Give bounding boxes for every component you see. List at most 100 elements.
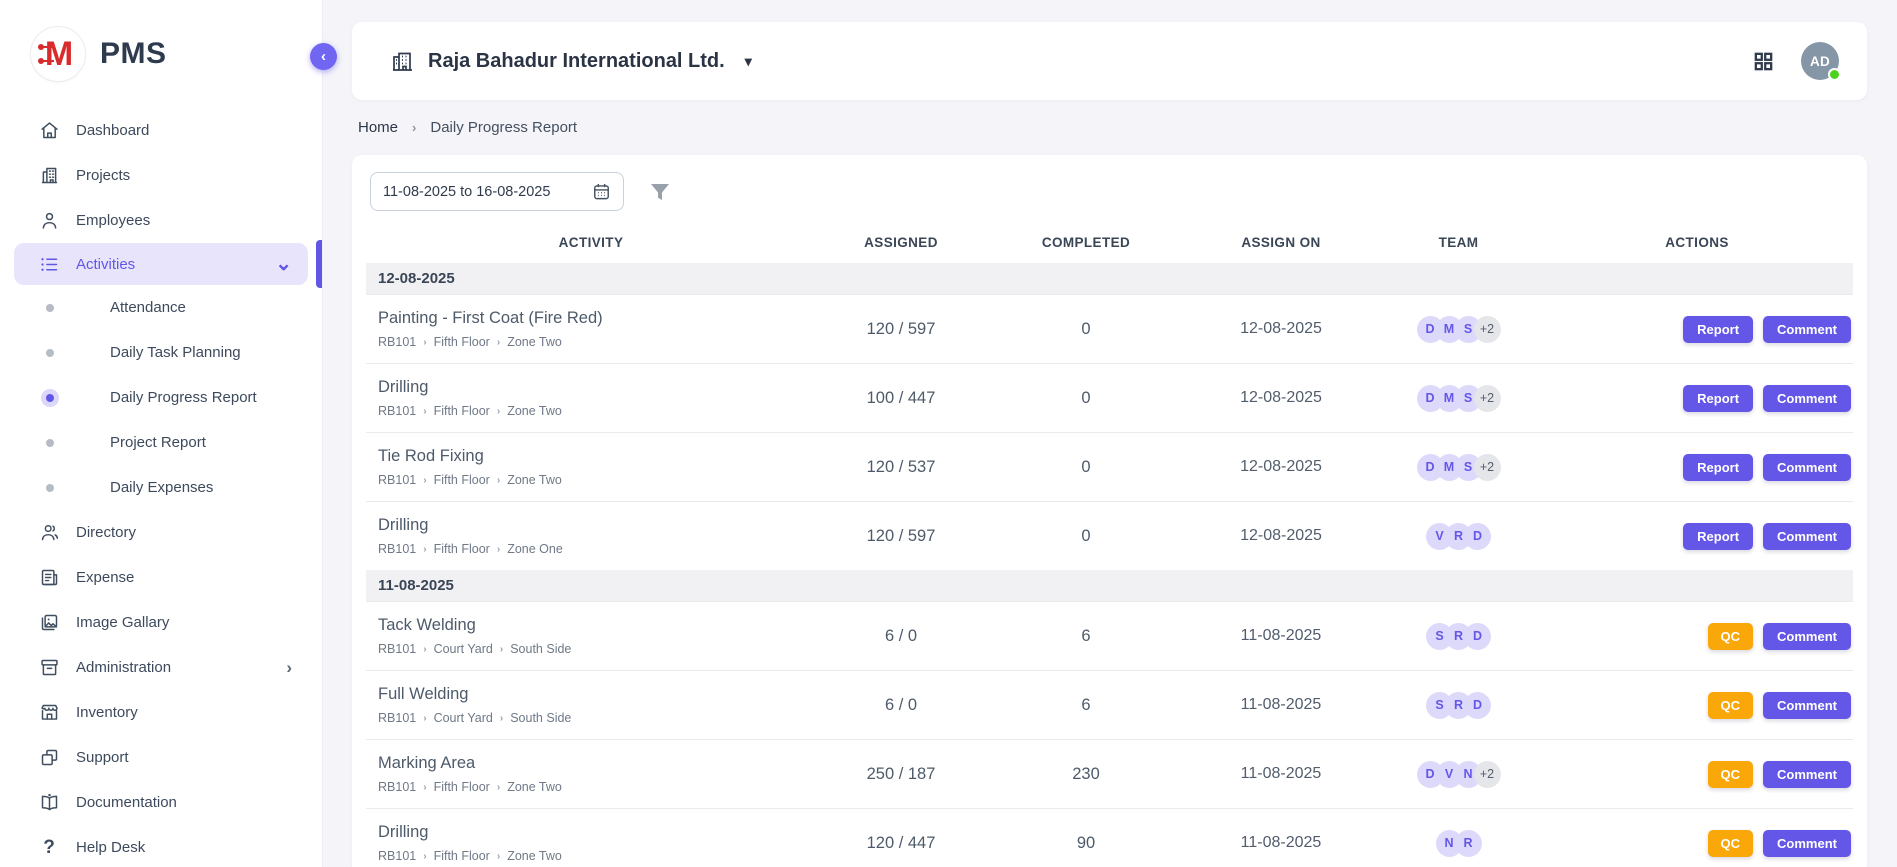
- path-segment: RB101: [378, 711, 416, 725]
- path-segment: Fifth Floor: [434, 542, 490, 556]
- assign-on-date: 12-08-2025: [1186, 389, 1376, 407]
- completed-value: 0: [986, 527, 1186, 546]
- chevron-right-icon: ›: [497, 782, 500, 793]
- qc-button[interactable]: QC: [1708, 830, 1754, 857]
- sidebar-item-employees[interactable]: Employees: [14, 198, 308, 243]
- sidebar-item-expense[interactable]: Expense: [14, 555, 308, 600]
- sidebar-item-projects[interactable]: Projects: [14, 153, 308, 198]
- activity-location-path: RB101›Fifth Floor›Zone Two: [378, 849, 816, 863]
- breadcrumb: Home › Daily Progress Report: [352, 100, 1867, 155]
- apps-grid-icon[interactable]: [1752, 50, 1775, 73]
- company-selector[interactable]: Raja Bahadur International Ltd. ▾: [390, 49, 752, 73]
- sidebar-item-label: Help Desk: [76, 839, 145, 856]
- chevron-right-icon: ›: [500, 644, 503, 655]
- person-icon: [38, 210, 60, 232]
- sidebar-item-dashboard[interactable]: Dashboard: [14, 108, 308, 153]
- report-button[interactable]: Report: [1683, 454, 1753, 481]
- sidebar-item-label: Expense: [76, 569, 134, 586]
- sidebar-item-label: Inventory: [76, 704, 138, 721]
- sidebar-item-label: Support: [76, 749, 129, 766]
- activity-cell: Painting - First Coat (Fire Red)RB101›Fi…: [366, 309, 816, 349]
- building-icon: [38, 165, 60, 187]
- path-segment: RB101: [378, 642, 416, 656]
- sidebar-item-documentation[interactable]: Documentation: [14, 780, 308, 825]
- report-button[interactable]: Report: [1683, 385, 1753, 412]
- sidebar-item-directory[interactable]: Directory: [14, 510, 308, 555]
- sidebar-item-label: Administration: [76, 659, 171, 676]
- activity-cell: Full WeldingRB101›Court Yard›South Side: [366, 685, 816, 725]
- filter-funnel-icon[interactable]: [648, 180, 672, 204]
- activity-title: Full Welding: [378, 685, 816, 704]
- report-button[interactable]: Report: [1683, 316, 1753, 343]
- home-icon: [38, 120, 60, 142]
- path-segment: Court Yard: [434, 711, 493, 725]
- breadcrumb-home-link[interactable]: Home: [358, 119, 398, 136]
- comment-button[interactable]: Comment: [1763, 692, 1851, 719]
- path-segment: Fifth Floor: [434, 404, 490, 418]
- sidebar-item-administration[interactable]: Administration ›: [14, 645, 308, 690]
- comment-button[interactable]: Comment: [1763, 454, 1851, 481]
- completed-value: 0: [986, 320, 1186, 339]
- sidebar-item-label: Dashboard: [76, 122, 149, 139]
- book-icon: [38, 792, 60, 814]
- activity-cell: Tack WeldingRB101›Court Yard›South Side: [366, 616, 816, 656]
- sidebar-item-inventory[interactable]: Inventory: [14, 690, 308, 735]
- chevron-right-icon: ›: [497, 406, 500, 417]
- sidebar-subitem-label: Daily Task Planning: [110, 344, 241, 361]
- activity-cell: DrillingRB101›Fifth Floor›Zone One: [366, 516, 816, 556]
- activity-cell: Marking AreaRB101›Fifth Floor›Zone Two: [366, 754, 816, 794]
- chevron-down-icon: ▾: [745, 53, 752, 70]
- activity-location-path: RB101›Court Yard›South Side: [378, 642, 816, 656]
- completed-value: 90: [986, 834, 1186, 853]
- comment-button[interactable]: Comment: [1763, 761, 1851, 788]
- comment-button[interactable]: Comment: [1763, 316, 1851, 343]
- sidebar-item-daily-expenses[interactable]: Daily Expenses: [14, 465, 308, 510]
- table-row: DrillingRB101›Fifth Floor›Zone Two100 / …: [366, 363, 1853, 432]
- filter-row: 11-08-2025 to 16-08-2025: [366, 172, 1853, 211]
- user-avatar[interactable]: AD: [1801, 42, 1839, 80]
- qc-button[interactable]: QC: [1708, 692, 1754, 719]
- team-extra-count: +2: [1474, 316, 1501, 343]
- column-header-completed: COMPLETED: [986, 235, 1186, 250]
- table-row: Tie Rod FixingRB101›Fifth Floor›Zone Two…: [366, 432, 1853, 501]
- sidebar-item-daily-progress-report[interactable]: Daily Progress Report: [14, 375, 308, 420]
- sidebar-item-activities[interactable]: Activities⌄: [14, 243, 308, 285]
- receipt-icon: [38, 567, 60, 589]
- sidebar-collapse-button[interactable]: ‹: [310, 43, 337, 70]
- sidebar-item-daily-task-planning[interactable]: Daily Task Planning: [14, 330, 308, 375]
- actions-cell: QC Comment: [1541, 623, 1853, 650]
- sidebar-item-attendance[interactable]: Attendance: [14, 285, 308, 330]
- report-button[interactable]: Report: [1683, 523, 1753, 550]
- logo-letter: M: [45, 37, 71, 71]
- qc-button[interactable]: QC: [1708, 761, 1754, 788]
- actions-cell: Report Comment: [1541, 316, 1853, 343]
- activity-location-path: RB101›Fifth Floor›Zone Two: [378, 335, 816, 349]
- path-segment: RB101: [378, 780, 416, 794]
- sidebar-item-project-report[interactable]: Project Report: [14, 420, 308, 465]
- path-segment: Fifth Floor: [434, 335, 490, 349]
- sidebar-item-help-desk[interactable]: ?Help Desk: [14, 825, 308, 867]
- table-row: DrillingRB101›Fifth Floor›Zone One120 / …: [366, 501, 1853, 570]
- team-cell: DVN+2: [1376, 761, 1541, 788]
- table-row: DrillingRB101›Fifth Floor›Zone Two120 / …: [366, 808, 1853, 867]
- path-segment: Zone Two: [507, 780, 562, 794]
- date-range-input[interactable]: 11-08-2025 to 16-08-2025: [370, 172, 624, 211]
- chevron-right-icon: ›: [497, 544, 500, 555]
- team-cell: DMS+2: [1376, 316, 1541, 343]
- qc-button[interactable]: QC: [1708, 623, 1754, 650]
- sidebar-item-support[interactable]: Support: [14, 735, 308, 780]
- date-range-value: 11-08-2025 to 16-08-2025: [383, 184, 582, 200]
- team-member-avatar: R: [1455, 830, 1482, 857]
- comment-button[interactable]: Comment: [1763, 623, 1851, 650]
- comment-button[interactable]: Comment: [1763, 523, 1851, 550]
- breadcrumb-current: Daily Progress Report: [430, 119, 577, 136]
- chevron-right-icon: ›: [286, 658, 292, 678]
- column-header-activity: ACTIVITY: [366, 235, 816, 250]
- activity-location-path: RB101›Fifth Floor›Zone Two: [378, 404, 816, 418]
- comment-button[interactable]: Comment: [1763, 830, 1851, 857]
- team-avatar-group: DMS+2: [1417, 316, 1501, 343]
- topbar-right: AD: [1752, 42, 1839, 80]
- comment-button[interactable]: Comment: [1763, 385, 1851, 412]
- sidebar-item-image-gallary[interactable]: Image Gallary: [14, 600, 308, 645]
- submenu-dot: [46, 439, 54, 447]
